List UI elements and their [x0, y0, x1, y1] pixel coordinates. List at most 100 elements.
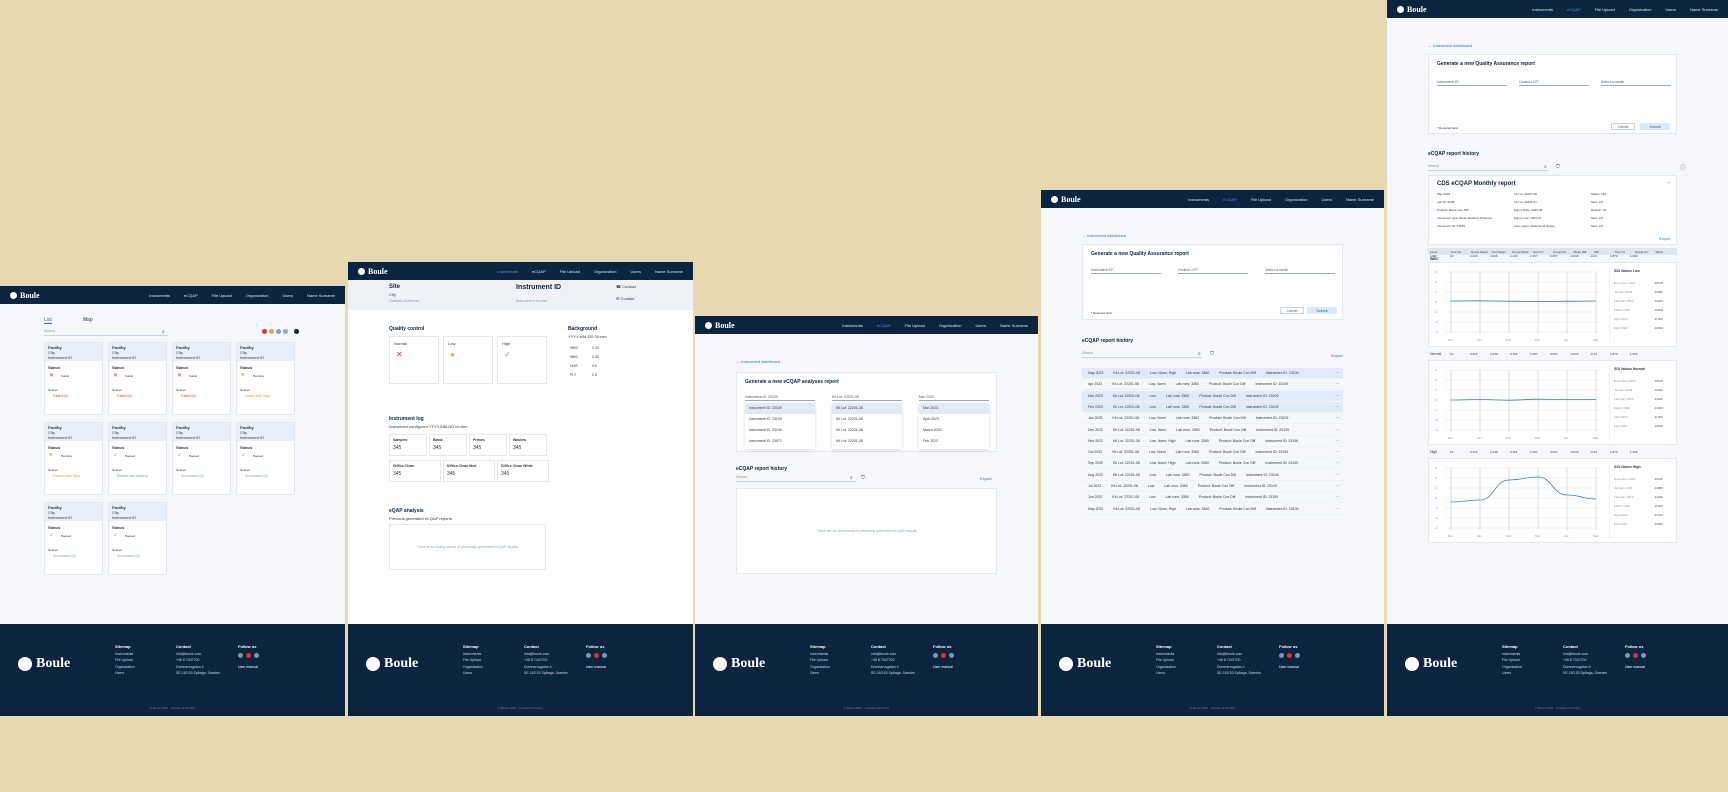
- linkedin-icon[interactable]: [1279, 652, 1284, 658]
- nav-organization[interactable]: Organization: [594, 269, 617, 274]
- history-row[interactable]: Feb 2023 Kit Lot: 22201-08 Low Lab runs: 33…: [1082, 401, 1343, 413]
- kit-lot-select[interactable]: Kit Lot: 22201-08: [832, 394, 902, 401]
- row-more-icon[interactable]: ⋯: [1336, 405, 1340, 409]
- footer-logo[interactable]: Boule: [713, 656, 765, 672]
- instrument-card[interactable]: Facility City Instrument ID Status ✓ Passed No…: [108, 502, 167, 575]
- row-more-icon[interactable]: ⋯: [1336, 450, 1340, 454]
- user-manual-link[interactable]: User manual: [1279, 664, 1300, 671]
- sdi-line-chart[interactable]: 3 2 1 0 -1 -2 -3 Dec Jan Feb Mar Apr May: [1433, 364, 1603, 444]
- nav-ecqap[interactable]: eCQAP: [877, 323, 891, 328]
- instrument-select[interactable]: Instrument ID*: [1437, 79, 1507, 86]
- instrument-card[interactable]: Facility City Instrument ID Status ✓ Passed No…: [172, 422, 231, 495]
- month-select[interactable]: Select a month: [1265, 267, 1335, 274]
- linkedin-icon[interactable]: [238, 652, 243, 658]
- history-search-input[interactable]: Search: [736, 474, 856, 482]
- nav-organization[interactable]: Organization: [939, 323, 962, 328]
- youtube-icon[interactable]: [1633, 652, 1638, 658]
- history-search-input[interactable]: Search: [1428, 163, 1548, 171]
- footer-logo[interactable]: Boule: [1059, 656, 1111, 672]
- nav-user-menu[interactable]: Name Surname: [1000, 323, 1028, 328]
- brand-logo[interactable]: Boule: [1051, 195, 1081, 204]
- row-more-icon[interactable]: ⋯: [1336, 439, 1340, 443]
- youtube-icon[interactable]: [1287, 652, 1292, 658]
- history-row[interactable]: Dec 2022 Kit Lot: 22201-08 Low, Norm Lab ru…: [1082, 425, 1343, 436]
- brand-logo[interactable]: Boule: [10, 291, 40, 300]
- nav-file-upload[interactable]: File Upload: [905, 323, 925, 328]
- youtube-icon[interactable]: [941, 652, 946, 658]
- nav-user-menu[interactable]: Name Surname: [1690, 7, 1718, 12]
- facebook-icon[interactable]: [1295, 652, 1300, 658]
- submit-button[interactable]: Submit: [1640, 123, 1670, 130]
- nav-users[interactable]: Users: [1666, 7, 1676, 12]
- tab-map[interactable]: Map: [83, 317, 93, 323]
- back-link[interactable]: ← Instrument dashboard: [1082, 233, 1126, 238]
- nav-user-menu[interactable]: Name Surname: [655, 269, 683, 274]
- cancel-button[interactable]: Cancel: [1611, 123, 1635, 130]
- search-icon[interactable]: ⌕: [1544, 164, 1547, 170]
- sort-icon[interactable]: [294, 329, 299, 334]
- dropdown-option[interactable]: Kit Lot: 22201-08: [832, 425, 902, 436]
- filter-icon[interactable]: ⛉: [861, 475, 865, 481]
- qc-level-card[interactable]: Normal ✕: [389, 336, 439, 384]
- history-row[interactable]: Jan 2023 Kit Lot: 22201-08 Low, Norm Lab ru…: [1082, 413, 1343, 425]
- history-row[interactable]: May 2022 Kit Lot: 22201-08 Low, Norm, High…: [1082, 504, 1343, 515]
- brand-logo[interactable]: Boule: [1397, 5, 1427, 14]
- nav-users[interactable]: Users: [631, 269, 641, 274]
- facebook-icon[interactable]: [949, 652, 954, 658]
- user-manual-link[interactable]: User manual: [1625, 664, 1646, 671]
- nav-instruments[interactable]: Instruments: [1188, 197, 1209, 202]
- dropdown-option[interactable]: Feb 2023: [919, 436, 989, 447]
- instrument-card[interactable]: Facility City Instrument ID Status ✓ Passed No…: [108, 422, 167, 495]
- nav-instruments[interactable]: Instruments: [1532, 7, 1553, 12]
- search-icon[interactable]: ⌕: [162, 329, 165, 335]
- dropdown-option[interactable]: Kit Lot: 22201-08: [832, 414, 902, 425]
- footer-logo[interactable]: Boule: [18, 656, 70, 672]
- row-more-icon[interactable]: ⋯: [1336, 507, 1340, 511]
- row-more-icon[interactable]: ⋯: [1336, 428, 1340, 432]
- brand-logo[interactable]: Boule: [705, 321, 735, 330]
- instrument-card[interactable]: Facility City Instrument ID Status ✕ Failed No…: [108, 342, 167, 415]
- passed-filter-icon[interactable]: [276, 329, 281, 334]
- dropdown-option[interactable]: Kit Lot: 22201-08: [832, 436, 902, 447]
- nav-users[interactable]: Users: [976, 323, 986, 328]
- dropdown-option[interactable]: Instrument ID: 23572: [745, 436, 815, 447]
- nav-file-upload[interactable]: File Upload: [1251, 197, 1271, 202]
- dropdown-option[interactable]: Instrument ID: 23109: [745, 414, 815, 425]
- dropdown-option[interactable]: Kit Lot: 22201-08: [832, 403, 902, 414]
- history-row[interactable]: May 2023 Kit Lot: 22201-08 Low, Norm, High…: [1082, 368, 1343, 379]
- dropdown-option[interactable]: Instrument ID: 23109: [745, 403, 815, 414]
- row-more-icon[interactable]: ⋯: [1336, 495, 1340, 499]
- search-icon[interactable]: ⌕: [850, 475, 853, 481]
- user-manual-link[interactable]: User manual: [933, 664, 954, 671]
- instrument-card[interactable]: Facility City Instrument ID Status ✕ Failed No…: [44, 342, 103, 415]
- history-row[interactable]: Nov 2022 Kit Lot: 22201-08 Low, Norm, High…: [1082, 436, 1343, 447]
- nav-instruments[interactable]: Instruments: [497, 269, 518, 274]
- row-more-icon[interactable]: ⋯: [1336, 371, 1340, 375]
- brand-logo[interactable]: Boule: [358, 267, 388, 276]
- instrument-card[interactable]: Facility City Instrument ID Status ● Pending N…: [236, 342, 295, 415]
- nav-ecqap[interactable]: eCQAP: [184, 293, 198, 298]
- youtube-icon[interactable]: [594, 652, 599, 658]
- youtube-icon[interactable]: [246, 652, 251, 658]
- report-export-link[interactable]: Export: [1659, 236, 1671, 241]
- filter-icon[interactable]: ⛉: [1556, 164, 1560, 170]
- history-search-input[interactable]: Search: [1082, 350, 1202, 358]
- facebook-icon[interactable]: [254, 652, 259, 658]
- dropdown-option[interactable]: April 2023: [919, 414, 989, 425]
- month-select[interactable]: Mar 2023: [919, 394, 989, 401]
- dropdown-option[interactable]: March 2023: [919, 425, 989, 436]
- sdi-line-chart[interactable]: 3 2 1 0 -1 -2 -3 Dec Jan Feb Mar Apr May: [1433, 462, 1603, 542]
- history-row[interactable]: Oct 2022 Kit Lot: 22201-08 Low, Norm Lab ru…: [1082, 447, 1343, 459]
- nav-organization[interactable]: Organization: [246, 293, 269, 298]
- qc-level-card[interactable]: Low ●: [443, 336, 493, 384]
- month-select[interactable]: Select a month: [1601, 79, 1671, 86]
- user-manual-link[interactable]: User manual: [238, 664, 259, 671]
- export-link[interactable]: Export: [980, 476, 992, 481]
- user-manual-link[interactable]: User manual: [586, 664, 607, 671]
- collapse-icon[interactable]: ⌃: [1667, 181, 1670, 186]
- nav-users[interactable]: Users: [1322, 197, 1332, 202]
- linkedin-icon[interactable]: [933, 652, 938, 658]
- history-row[interactable]: Mar 2023 Kit Lot: 22201-08 Low Lab runs: 33…: [1082, 390, 1343, 402]
- history-row[interactable]: Jul 2022 Kit Lot: 22201-08 Low Lab runs: 33…: [1082, 481, 1343, 492]
- nav-users[interactable]: Users: [283, 293, 293, 298]
